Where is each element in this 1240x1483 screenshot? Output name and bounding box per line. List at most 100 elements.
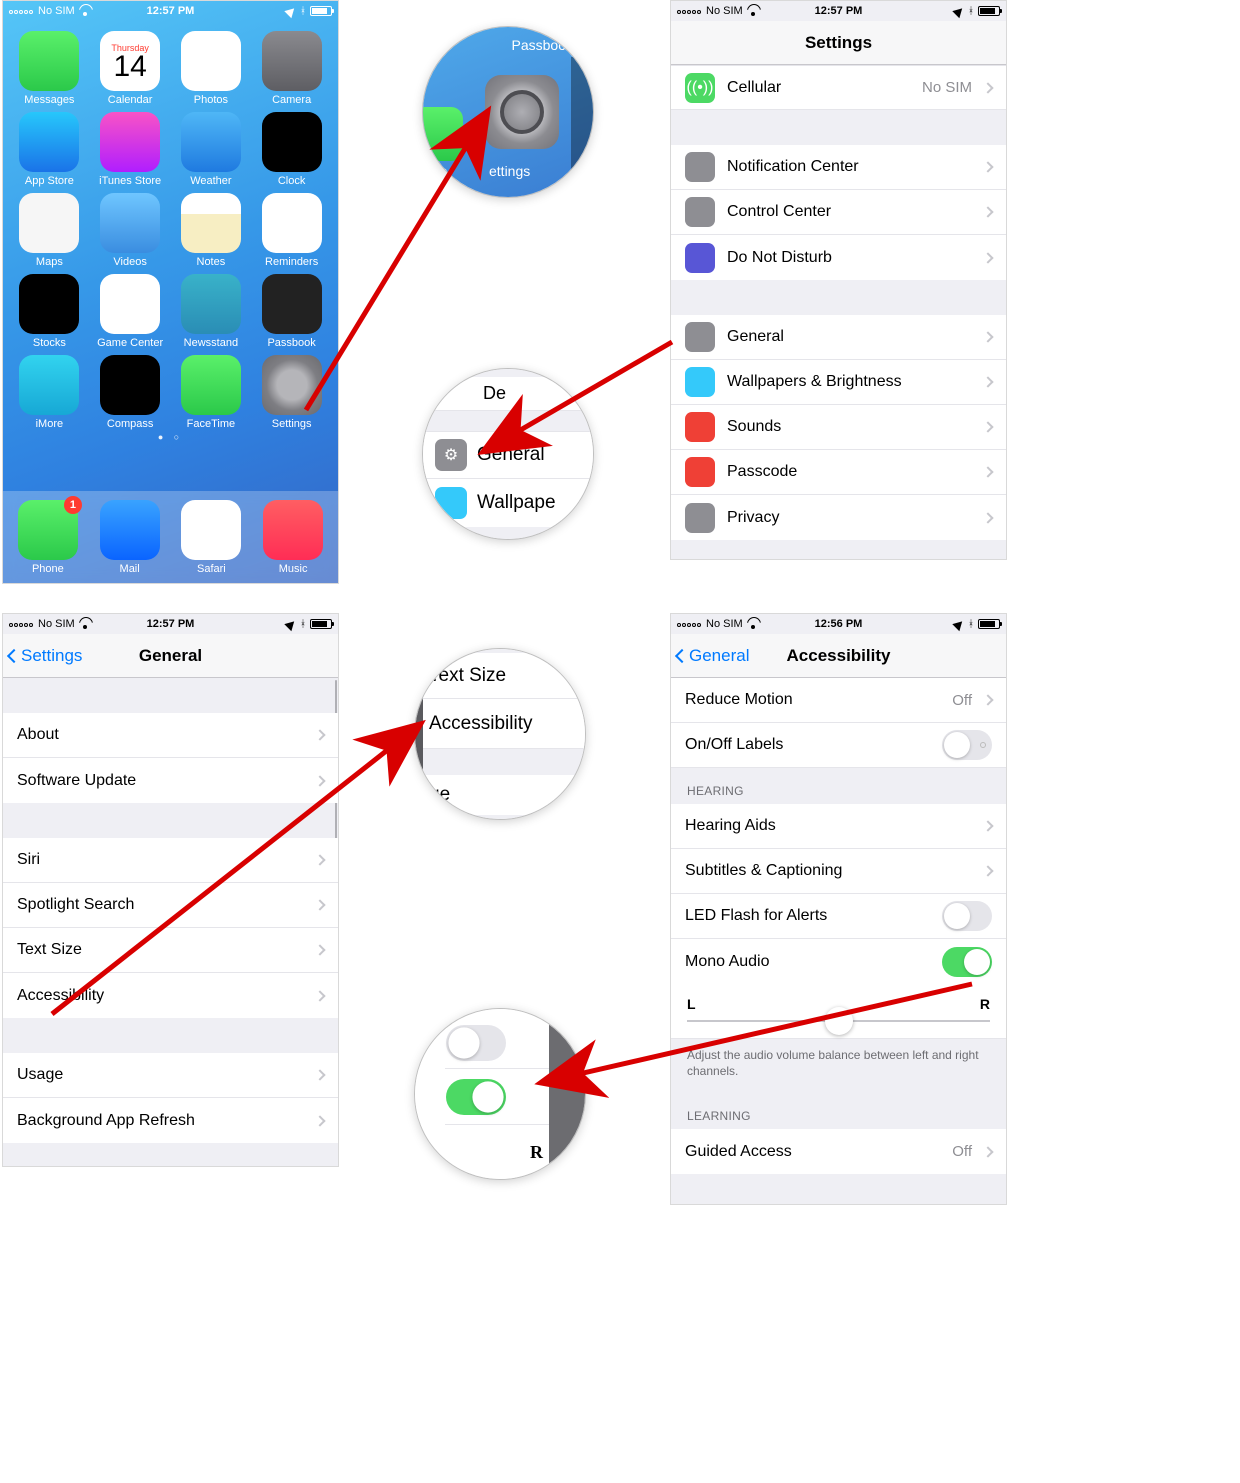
section-header-hearing: HEARING: [671, 768, 1006, 804]
app-clock[interactable]: Clock: [253, 112, 331, 187]
panel-accessibility: No SIM 12:56 PM ᚼ General Accessibility …: [670, 613, 1007, 1205]
row-general[interactable]: General: [671, 315, 1006, 360]
row-label: Accessibility: [17, 987, 304, 1005]
status-bar: No SIM 12:57 PM ᚼ: [671, 1, 1006, 21]
app-photos-icon: [181, 31, 241, 91]
app-imore[interactable]: iMore: [10, 355, 88, 430]
app-videos[interactable]: Videos: [91, 193, 169, 268]
row-notification-center[interactable]: Notification Center: [671, 145, 1006, 190]
row-passcode[interactable]: Passcode: [671, 450, 1006, 495]
row-sounds[interactable]: Sounds: [671, 405, 1006, 450]
app-label: Camera: [272, 94, 311, 106]
row-usage[interactable]: Usage: [3, 1053, 338, 1098]
app-mail-icon: [100, 500, 160, 560]
app-notes-icon: [181, 193, 241, 253]
row-spotlight[interactable]: Spotlight Search: [3, 883, 338, 928]
battery-icon: [310, 619, 332, 629]
balance-slider[interactable]: LR: [671, 984, 1006, 1039]
magnifier-general-row: De ⚙ General Wallpape: [422, 368, 594, 540]
row-label: Privacy: [727, 509, 972, 527]
app-facetime-icon: [181, 355, 241, 415]
row-label: Hearing Aids: [685, 817, 972, 835]
row-icon: [685, 152, 715, 182]
row-subtitles[interactable]: Subtitles & Captioning: [671, 849, 1006, 894]
app-phone[interactable]: 1Phone: [9, 500, 87, 575]
row-onoff-labels[interactable]: On/Off Labels: [671, 723, 1006, 768]
page-indicator[interactable]: ● ○: [3, 432, 338, 442]
switch[interactable]: [942, 901, 992, 931]
switch[interactable]: [942, 947, 992, 977]
row-reduce-motion[interactable]: Reduce Motion Off: [671, 678, 1006, 723]
back-button[interactable]: General: [671, 646, 749, 666]
app-label: iTunes Store: [99, 175, 161, 187]
app-messages-icon: [19, 31, 79, 91]
switch-onoff-labels[interactable]: [942, 730, 992, 760]
row-label: General: [727, 328, 972, 346]
app-gamecenter[interactable]: Game Center: [91, 274, 169, 349]
app-phone-icon: 1: [18, 500, 78, 560]
chevron-right-icon: [982, 820, 993, 831]
row-label: Cellular: [727, 79, 910, 97]
chevron-right-icon: [314, 990, 325, 1001]
row-wallpapers[interactable]: Wallpapers & Brightness: [671, 360, 1006, 405]
row-label: Mono Audio: [685, 953, 930, 971]
balance-right-label: R: [980, 996, 990, 1012]
app-reminders[interactable]: Reminders: [253, 193, 331, 268]
app-notes[interactable]: Notes: [172, 193, 250, 268]
app-maps[interactable]: Maps: [10, 193, 88, 268]
row-about[interactable]: About: [3, 713, 338, 758]
row-guided-access[interactable]: Guided Access Off: [671, 1129, 1006, 1174]
settings-icon: [485, 75, 559, 149]
app-camera-icon: [262, 31, 322, 91]
back-button[interactable]: Settings: [3, 646, 82, 666]
row-control-center[interactable]: Control Center: [671, 190, 1006, 235]
row-do-not-disturb[interactable]: Do Not Disturb: [671, 235, 1006, 280]
app-label: Settings: [272, 418, 312, 430]
row-label: Spotlight Search: [17, 896, 304, 914]
row-label: Do Not Disturb: [727, 249, 972, 267]
chevron-right-icon: [314, 1069, 325, 1080]
row-text-size[interactable]: Text Size: [3, 928, 338, 973]
app-label: Passbook: [267, 337, 315, 349]
row-cellular[interactable]: ((•)) Cellular No SIM: [671, 65, 1006, 110]
app-compass[interactable]: Compass: [91, 355, 169, 430]
row-label: Usage: [17, 1066, 304, 1084]
row-bg-refresh[interactable]: Background App Refresh: [3, 1098, 338, 1143]
slider-thumb[interactable]: [825, 1007, 853, 1035]
app-stocks[interactable]: Stocks: [10, 274, 88, 349]
chevron-right-icon: [982, 161, 993, 172]
app-passbook[interactable]: Passbook: [253, 274, 331, 349]
app-appstore[interactable]: App Store: [10, 112, 88, 187]
app-itunes-icon: [100, 112, 160, 172]
row-hearing-aids[interactable]: Hearing Aids: [671, 804, 1006, 849]
app-facetime[interactable]: FaceTime: [172, 355, 250, 430]
row-accessibility[interactable]: Accessibility: [3, 973, 338, 1018]
app-mail[interactable]: Mail: [91, 500, 169, 575]
app-camera[interactable]: Camera: [253, 31, 331, 106]
app-weather[interactable]: Weather: [172, 112, 250, 187]
panel-home-screen: No SIM 12:57 PM ᚼ MessagesThursday14Cale…: [2, 0, 339, 584]
app-newsstand[interactable]: Newsstand: [172, 274, 250, 349]
app-photos[interactable]: Photos: [172, 31, 250, 106]
chevron-left-icon: [675, 648, 689, 662]
chevron-right-icon: [982, 466, 993, 477]
app-label: iMore: [36, 418, 64, 430]
row-mono-audio[interactable]: Mono Audio: [671, 939, 1006, 984]
row-icon: [685, 243, 715, 273]
app-label: Reminders: [265, 256, 318, 268]
row-software-update[interactable]: Software Update: [3, 758, 338, 803]
app-calendar[interactable]: Thursday14Calendar: [91, 31, 169, 106]
app-itunes[interactable]: iTunes Store: [91, 112, 169, 187]
app-safari[interactable]: Safari: [172, 500, 250, 575]
balance-left-label: L: [687, 996, 696, 1012]
app-messages[interactable]: Messages: [10, 31, 88, 106]
nav-bar: Settings General: [3, 634, 338, 678]
row-privacy[interactable]: Privacy: [671, 495, 1006, 540]
app-music[interactable]: Music: [254, 500, 332, 575]
row-siri[interactable]: Siri: [3, 838, 338, 883]
magnifier-mono-audio-toggle: R: [414, 1008, 586, 1180]
app-settings[interactable]: Settings: [253, 355, 331, 430]
row-icon: [685, 503, 715, 533]
row-label: Sounds: [727, 418, 972, 436]
row-led-flash[interactable]: LED Flash for Alerts: [671, 894, 1006, 939]
